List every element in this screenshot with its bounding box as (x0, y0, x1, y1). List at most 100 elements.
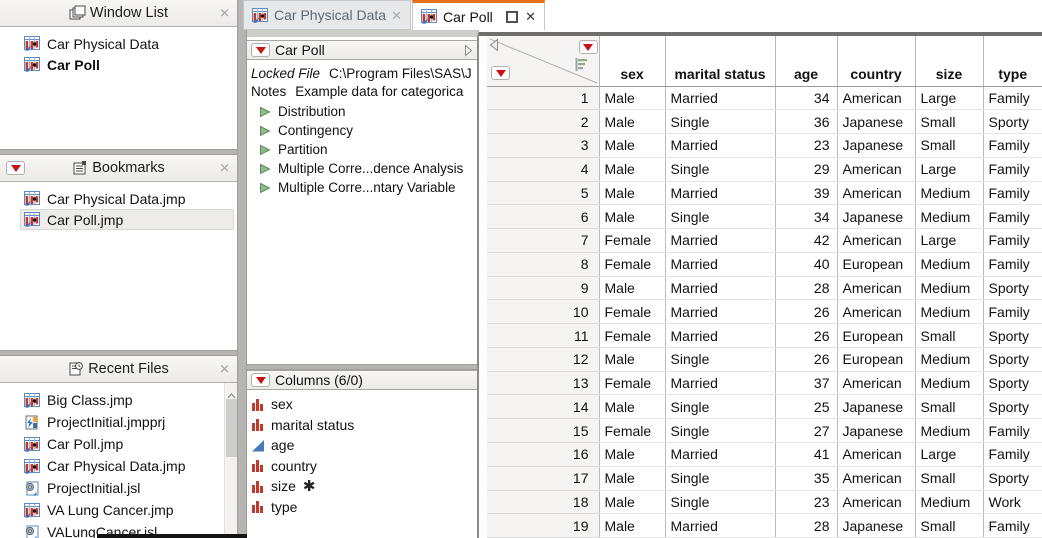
row-number-cell[interactable]: 1 (487, 86, 599, 110)
grid-cell[interactable]: Female (599, 300, 665, 324)
grid-cell[interactable]: Family (983, 419, 1042, 443)
grid-cell[interactable]: Large (915, 442, 983, 466)
column-property-asterisk[interactable]: ✱ (303, 477, 316, 495)
panel-expand-icon[interactable] (464, 44, 473, 57)
columns-menu-icon[interactable] (579, 40, 598, 54)
row-number-cell[interactable]: 8 (487, 252, 599, 276)
table-script-item[interactable]: Distribution (259, 102, 477, 121)
grid-cell[interactable]: American (837, 157, 915, 181)
column-header[interactable]: marital status (665, 36, 775, 86)
grid-cell[interactable]: Sporty (983, 371, 1042, 395)
grid-cell[interactable]: 29 (775, 157, 837, 181)
grid-cell[interactable]: 26 (775, 347, 837, 371)
dock-splitter[interactable] (237, 0, 247, 538)
grid-cell[interactable]: Male (599, 276, 665, 300)
document-tab[interactable]: Car Poll ✕ (412, 0, 545, 30)
grid-cell[interactable]: American (837, 86, 915, 110)
grid-cell[interactable]: Single (665, 395, 775, 419)
close-icon[interactable]: ✕ (525, 10, 536, 23)
grid-cell[interactable]: Small (915, 110, 983, 134)
grid-cell[interactable]: Family (983, 157, 1042, 181)
grid-cell[interactable]: American (837, 442, 915, 466)
grid-cell[interactable]: 41 (775, 442, 837, 466)
grid-cell[interactable]: Single (665, 347, 775, 371)
grid-cell[interactable]: Single (665, 110, 775, 134)
grid-cell[interactable]: Male (599, 442, 665, 466)
grid-cell[interactable]: Family (983, 442, 1042, 466)
grid-cell[interactable]: 36 (775, 110, 837, 134)
row-number-cell[interactable]: 7 (487, 229, 599, 253)
bookmark-item[interactable]: Car Physical Data.jmp (20, 188, 234, 209)
grid-cell[interactable]: Medium (915, 276, 983, 300)
document-tab[interactable]: Car Physical Data ✕ (243, 0, 411, 30)
grid-cell[interactable]: 28 (775, 514, 837, 538)
table-script-item[interactable]: Multiple Corre...ntary Variable (259, 178, 477, 197)
grid-cell[interactable]: Family (983, 300, 1042, 324)
grid-cell[interactable]: American (837, 300, 915, 324)
grid-cell[interactable]: Married (665, 252, 775, 276)
grid-cell[interactable]: 35 (775, 466, 837, 490)
grid-cell[interactable]: Female (599, 419, 665, 443)
grid-cell[interactable]: Family (983, 181, 1042, 205)
grid-cell[interactable]: Married (665, 276, 775, 300)
grid-cell[interactable]: Male (599, 157, 665, 181)
grid-cell[interactable]: Sporty (983, 347, 1042, 371)
column-header[interactable]: size (915, 36, 983, 86)
row-number-cell[interactable]: 14 (487, 395, 599, 419)
column-list-item[interactable]: size ✱ (247, 476, 477, 497)
row-number-cell[interactable]: 3 (487, 134, 599, 158)
row-number-cell[interactable]: 19 (487, 514, 599, 538)
column-header[interactable]: age (775, 36, 837, 86)
grid-cell[interactable]: Married (665, 181, 775, 205)
grid-cell[interactable]: Japanese (837, 514, 915, 538)
column-list-item[interactable]: marital status (247, 415, 477, 436)
red-triangle-menu-icon[interactable] (251, 43, 270, 57)
grid-cell[interactable]: Japanese (837, 395, 915, 419)
grid-cell[interactable]: Japanese (837, 134, 915, 158)
grid-cell[interactable]: 23 (775, 490, 837, 514)
grid-cell[interactable]: 26 (775, 300, 837, 324)
grid-cell[interactable]: Japanese (837, 110, 915, 134)
grid-cell[interactable]: 37 (775, 371, 837, 395)
rows-menu-icon[interactable] (491, 66, 510, 80)
row-number-cell[interactable]: 16 (487, 442, 599, 466)
recent-file-item[interactable]: ProjectInitial.jsl (20, 477, 221, 499)
column-header[interactable]: sex (599, 36, 665, 86)
row-number-cell[interactable]: 2 (487, 110, 599, 134)
grid-cell[interactable]: 39 (775, 181, 837, 205)
table-script-item[interactable]: Multiple Corre...dence Analysis (259, 159, 477, 178)
collapse-triangle-icon[interactable] (489, 38, 499, 55)
row-number-cell[interactable]: 17 (487, 466, 599, 490)
grid-cell[interactable]: Medium (915, 347, 983, 371)
scrollbar-thumb[interactable] (226, 399, 237, 457)
grid-cell[interactable]: 25 (775, 395, 837, 419)
red-triangle-menu-icon[interactable] (6, 161, 25, 175)
grid-cell[interactable]: 42 (775, 229, 837, 253)
grid-cell[interactable]: Male (599, 205, 665, 229)
close-icon[interactable]: ✕ (391, 9, 402, 22)
grid-cell[interactable]: European (837, 347, 915, 371)
grid-cell[interactable]: Medium (915, 181, 983, 205)
grid-cell[interactable]: Married (665, 300, 775, 324)
grid-cell[interactable]: European (837, 324, 915, 348)
row-number-cell[interactable]: 5 (487, 181, 599, 205)
grid-cell[interactable]: Male (599, 86, 665, 110)
grid-cell[interactable]: Single (665, 490, 775, 514)
grid-cell[interactable]: Small (915, 466, 983, 490)
recent-file-item[interactable]: VA Lung Cancer.jmp (20, 499, 221, 521)
grid-cell[interactable]: Family (983, 514, 1042, 538)
grid-cell[interactable]: Medium (915, 300, 983, 324)
grid-cell[interactable]: Sporty (983, 395, 1042, 419)
grid-cell[interactable]: Sporty (983, 466, 1042, 490)
row-number-cell[interactable]: 12 (487, 347, 599, 371)
grid-cell[interactable]: Work (983, 490, 1042, 514)
grid-cell[interactable]: Large (915, 229, 983, 253)
bookmark-item[interactable]: Car Poll.jmp (20, 209, 234, 230)
table-script-item[interactable]: Contingency (259, 121, 477, 140)
grid-cell[interactable]: Male (599, 347, 665, 371)
grid-cell[interactable]: 28 (775, 276, 837, 300)
close-icon[interactable]: ✕ (219, 363, 230, 376)
row-number-cell[interactable]: 13 (487, 371, 599, 395)
grid-cell[interactable]: Male (599, 514, 665, 538)
red-triangle-menu-icon[interactable] (251, 373, 270, 387)
